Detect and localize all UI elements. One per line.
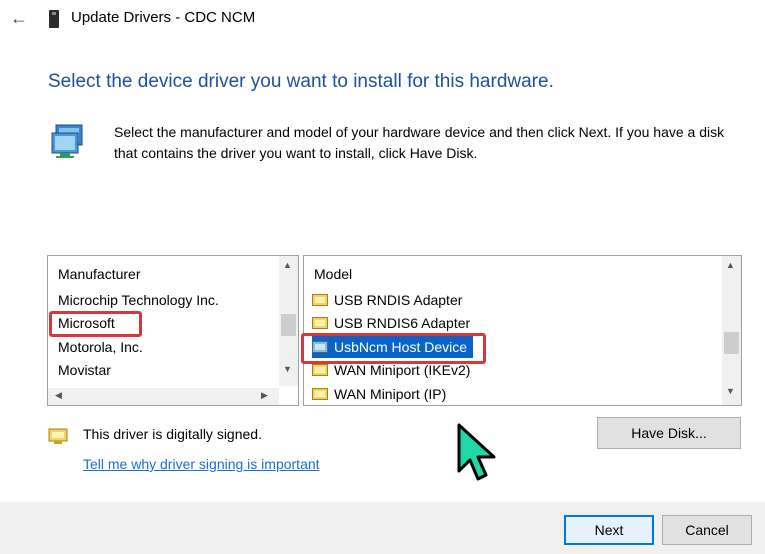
scroll-thumb[interactable] [281,314,296,336]
list-item[interactable]: Motorola, Inc. [58,336,143,358]
list-item-label: USB RNDIS Adapter [334,292,463,308]
manufacturer-horizontal-scrollbar[interactable]: ◀ ▶ [48,388,279,405]
page-heading: Select the device driver you want to ins… [48,71,554,92]
model-vertical-scrollbar[interactable]: ▲ ▼ [722,256,741,405]
window-title: Update Drivers - CDC NCM [71,9,256,26]
scroll-up-icon[interactable]: ▲ [722,260,739,270]
model-list[interactable]: Model USB RNDIS Adapter USB RNDIS6 Adapt… [303,255,742,406]
instruction-text: Select the manufacturer and model of you… [114,124,725,161]
scroll-thumb[interactable] [724,332,739,354]
driver-package-icon [312,317,328,329]
manufacturer-header: Manufacturer [58,266,141,282]
scroll-down-icon[interactable]: ▼ [279,364,296,374]
driver-signed-icon [48,428,68,444]
next-button[interactable]: Next [564,515,654,545]
driver-package-icon [312,294,328,306]
driver-package-icon [312,388,328,400]
list-item[interactable]: USB RNDIS Adapter [312,289,462,311]
list-item[interactable]: Microchip Technology Inc. [58,289,219,311]
cancel-button[interactable]: Cancel [662,515,752,545]
manufacturer-vertical-scrollbar[interactable]: ▲ ▼ [279,256,298,386]
model-highlight-box [301,333,486,364]
back-arrow-icon[interactable]: ← [10,8,30,28]
network-adapter-icon [51,124,83,158]
signed-status-text: This driver is digitally signed. [83,426,262,442]
driver-signing-link[interactable]: Tell me why driver signing is important [83,456,320,472]
list-item[interactable]: USB RNDIS6 Adapter [312,312,470,334]
model-header: Model [314,266,353,282]
scroll-left-icon[interactable]: ◀ [50,390,67,401]
device-icon [49,10,59,28]
list-item[interactable]: WAN Miniport (IP) [312,383,446,405]
manufacturer-highlight-box [49,311,142,337]
mouse-pointer-icon [457,423,496,481]
scroll-right-icon[interactable]: ▶ [256,390,273,401]
driver-package-icon [312,364,328,376]
scroll-up-icon[interactable]: ▲ [279,260,296,270]
list-item-label: USB RNDIS6 Adapter [334,315,471,331]
scroll-down-icon[interactable]: ▼ [722,386,739,396]
list-item-label: WAN Miniport (IP) [334,386,447,402]
have-disk-button[interactable]: Have Disk... [597,417,741,449]
list-item[interactable]: Movistar [58,359,111,381]
